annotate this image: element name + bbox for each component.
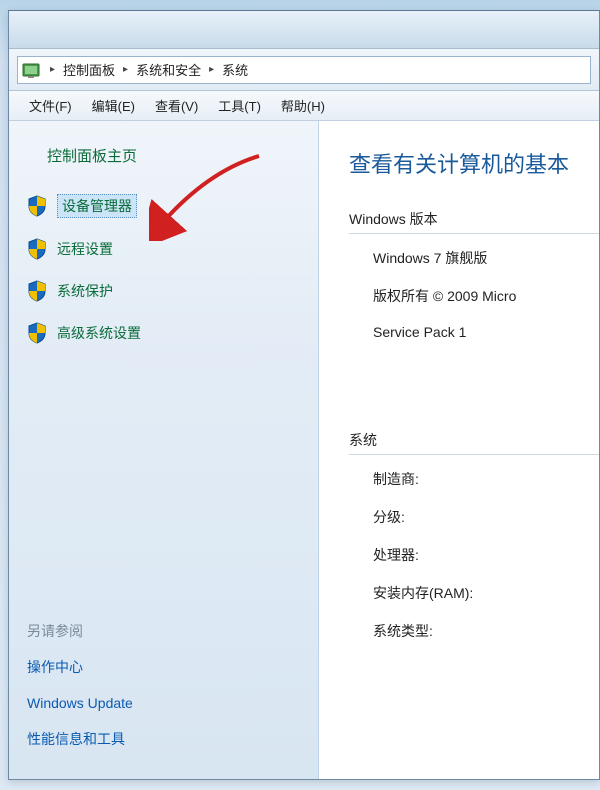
see-also-perf-info[interactable]: 性能信息和工具: [27, 729, 300, 749]
windows-edition-section: Windows 版本 Windows 7 旗舰版 版权所有 © 2009 Mic…: [349, 209, 599, 340]
section-label-system: 系统: [349, 430, 599, 450]
control-panel-icon: [22, 61, 40, 79]
edition-value: Windows 7 旗舰版: [373, 248, 599, 268]
chevron-right-icon: ▸: [123, 64, 128, 75]
chevron-right-icon: ▸: [50, 64, 55, 75]
section-label-edition: Windows 版本: [349, 209, 599, 229]
breadcrumb-system-security[interactable]: 系统和安全: [134, 58, 203, 81]
system-type-label: 系统类型:: [373, 621, 599, 641]
sidebar-item-device-manager[interactable]: 设备管理器: [27, 194, 300, 218]
chevron-right-icon: ▸: [209, 64, 214, 75]
menu-view[interactable]: 查看(V): [145, 92, 208, 119]
see-also-action-center[interactable]: 操作中心: [27, 657, 300, 677]
breadcrumb[interactable]: ▸ 控制面板 ▸ 系统和安全 ▸ 系统: [17, 56, 591, 84]
see-also-title: 另请参阅: [27, 621, 300, 641]
shield-icon: [27, 280, 47, 302]
main-panel: 查看有关计算机的基本 Windows 版本 Windows 7 旗舰版 版权所有…: [319, 121, 599, 779]
sidebar-links: 设备管理器 远程设置: [27, 194, 300, 344]
menubar: 文件(F) 编辑(E) 查看(V) 工具(T) 帮助(H): [9, 91, 599, 121]
menu-help[interactable]: 帮助(H): [271, 92, 335, 119]
page-title: 查看有关计算机的基本: [349, 147, 599, 179]
sidebar-item-system-protection[interactable]: 系统保护: [27, 280, 300, 302]
divider: [349, 233, 599, 234]
sidebar-link-label: 远程设置: [57, 239, 113, 259]
breadcrumb-control-panel[interactable]: 控制面板: [61, 58, 117, 81]
sidebar-link-label: 设备管理器: [57, 194, 137, 218]
ram-label: 安装内存(RAM):: [373, 583, 599, 603]
titlebar: [9, 11, 599, 49]
sidebar-link-label: 系统保护: [57, 281, 113, 301]
shield-icon: [27, 195, 47, 217]
sidebar-item-remote-settings[interactable]: 远程设置: [27, 238, 300, 260]
processor-label: 处理器:: [373, 545, 599, 565]
system-properties-window: ▸ 控制面板 ▸ 系统和安全 ▸ 系统 文件(F) 编辑(E) 查看(V) 工具…: [8, 10, 600, 780]
manufacturer-label: 制造商:: [373, 469, 599, 489]
see-also-section: 另请参阅 操作中心 Windows Update 性能信息和工具: [27, 609, 300, 767]
breadcrumb-system[interactable]: 系统: [220, 58, 250, 81]
sidebar-title[interactable]: 控制面板主页: [27, 145, 300, 166]
see-also-windows-update[interactable]: Windows Update: [27, 695, 300, 711]
address-bar: ▸ 控制面板 ▸ 系统和安全 ▸ 系统: [9, 49, 599, 91]
shield-icon: [27, 238, 47, 260]
service-pack-value: Service Pack 1: [373, 324, 599, 340]
sidebar: 控制面板主页: [9, 121, 319, 779]
divider: [349, 454, 599, 455]
rating-label: 分级:: [373, 507, 599, 527]
content-area: 控制面板主页: [9, 121, 599, 779]
shield-icon: [27, 322, 47, 344]
menu-tools[interactable]: 工具(T): [208, 92, 271, 119]
sidebar-item-advanced-settings[interactable]: 高级系统设置: [27, 322, 300, 344]
copyright-value: 版权所有 © 2009 Micro: [373, 286, 599, 306]
menu-edit[interactable]: 编辑(E): [82, 92, 145, 119]
sidebar-link-label: 高级系统设置: [57, 323, 141, 343]
menu-file[interactable]: 文件(F): [19, 92, 82, 119]
system-section: 系统 制造商: 分级: 处理器: 安装内存(RAM): 系统类型:: [349, 430, 599, 641]
